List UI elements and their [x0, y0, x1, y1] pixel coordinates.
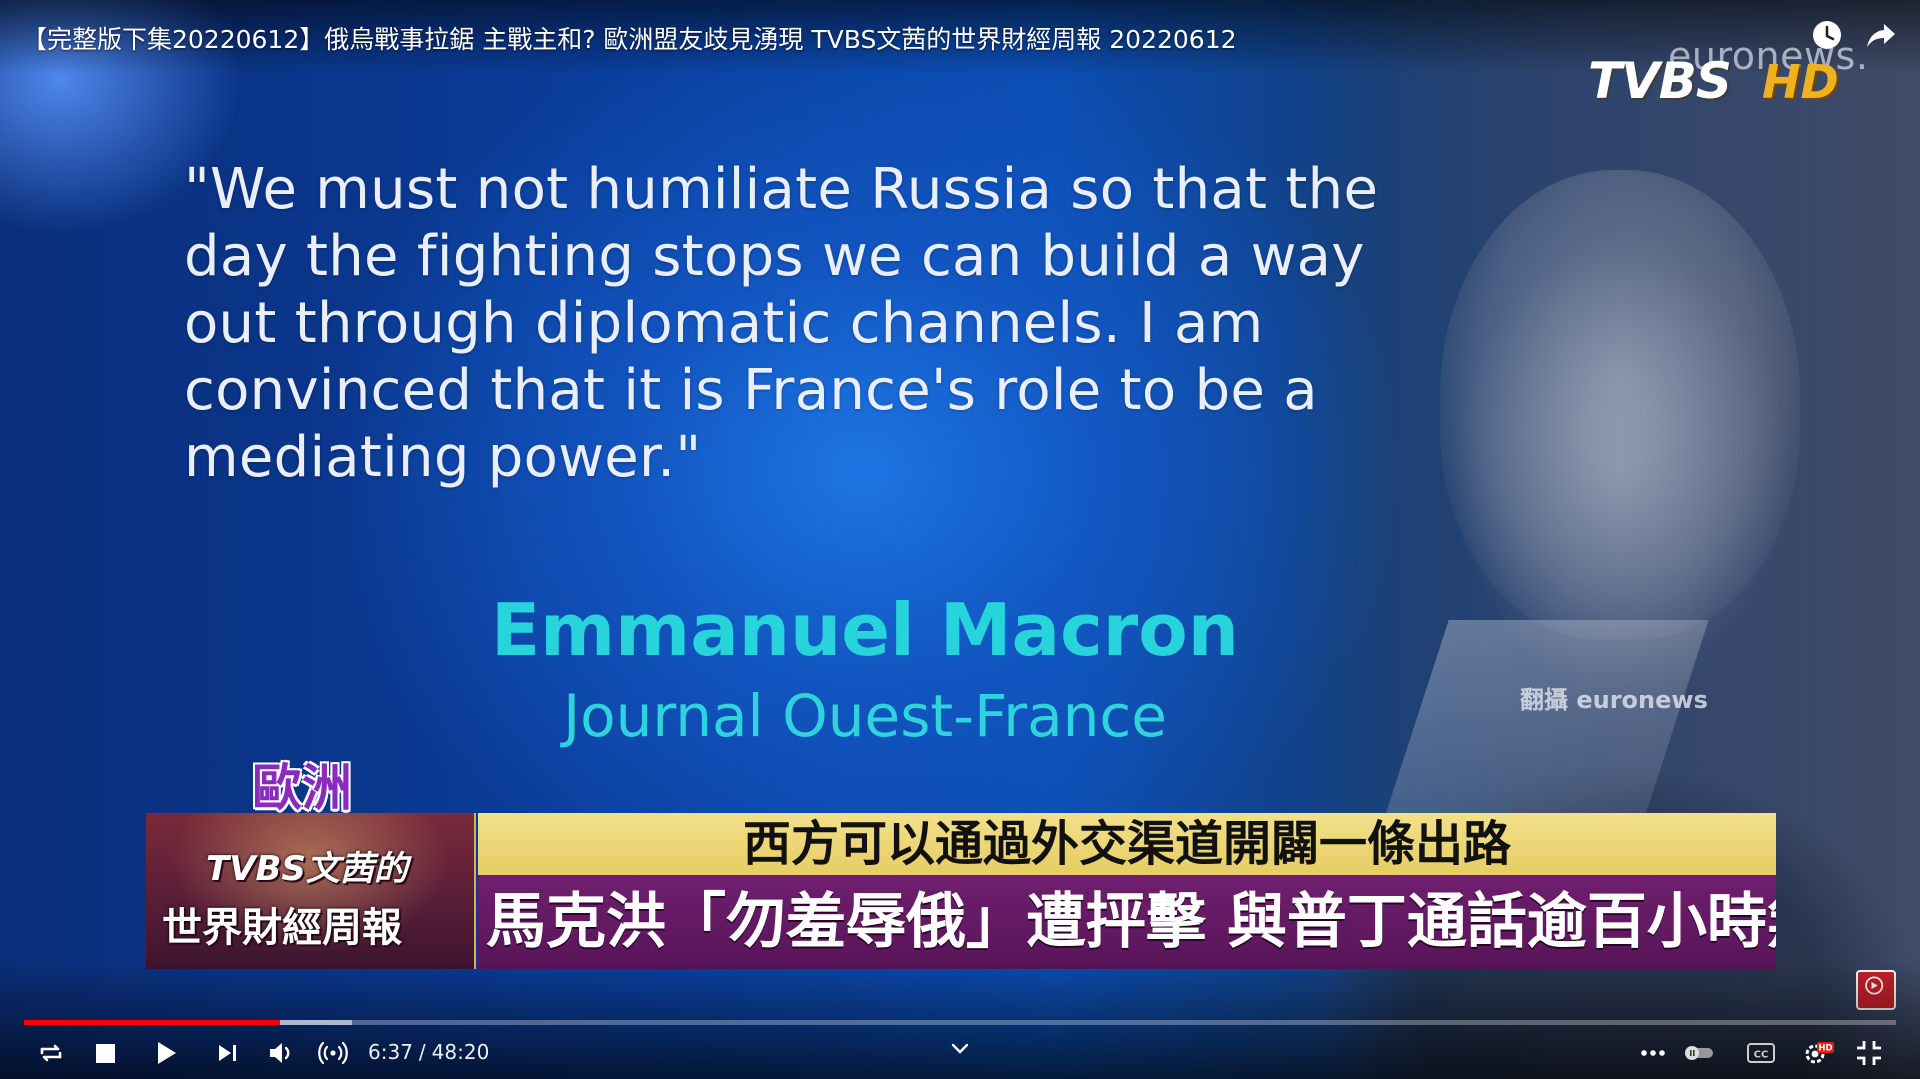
time-display: 6:37/48:20 [368, 1040, 489, 1064]
hd-badge: HD [1818, 1044, 1832, 1054]
volume-icon[interactable] [264, 1036, 298, 1070]
tvbs-logo: TVBS [1588, 52, 1732, 110]
next-icon[interactable] [210, 1036, 244, 1070]
autoplay-toggle[interactable] [1682, 1036, 1716, 1070]
headline-main: 馬克洪「勿羞辱俄」遭抨擊 與普丁通話逾百小時無功而返 [478, 875, 1776, 969]
speaker-name: Emmanuel Macron [490, 588, 1240, 672]
quote-source: Journal Ouest-France [563, 682, 1167, 750]
hd-logo: HD [1762, 55, 1839, 109]
program-name-line2: 世界財經周報 [162, 905, 402, 951]
region-tag: 歐洲 [252, 759, 352, 817]
time-separator: / [418, 1040, 426, 1064]
play-button[interactable] [148, 1036, 182, 1070]
program-name-line1: TVBS文茜的 [206, 849, 408, 889]
headline-subtitle: 西方可以通過外交渠道開闢一條出路 [478, 813, 1776, 875]
settings-button[interactable]: HD [1800, 1036, 1834, 1070]
progress-bar[interactable] [24, 1020, 1896, 1025]
speaker-portrait-face [1440, 170, 1800, 640]
exit-fullscreen-icon[interactable] [1852, 1036, 1886, 1070]
more-options-icon[interactable] [1636, 1036, 1670, 1070]
footage-credit: 翻攝 euronews [1520, 686, 1708, 714]
duration: 48:20 [431, 1040, 490, 1064]
cc-label: CC [1754, 1050, 1769, 1061]
video-title[interactable]: 【完整版下集20220612】俄烏戰事拉鋸 主戰主和? 歐洲盟友歧見湧現 TVB… [22, 20, 1237, 56]
program-logo-box: TVBS文茜的 世界財經周報 [146, 813, 476, 969]
subtitles-button[interactable]: CC [1744, 1036, 1778, 1070]
quote-text: "We must not humiliate Russia so that th… [184, 157, 1379, 490]
stop-icon[interactable] [88, 1036, 122, 1070]
video-frame[interactable]: 【完整版下集20220612】俄烏戰事拉鋸 主戰主和? 歐洲盟友歧見湧現 TVB… [0, 0, 1920, 1079]
live-broadcast-icon[interactable] [316, 1036, 350, 1070]
share-icon[interactable] [1864, 18, 1898, 52]
chevron-down-icon[interactable] [948, 1040, 972, 1058]
current-time: 6:37 [368, 1040, 413, 1064]
progress-played [24, 1020, 281, 1025]
loop-icon[interactable] [34, 1036, 68, 1070]
